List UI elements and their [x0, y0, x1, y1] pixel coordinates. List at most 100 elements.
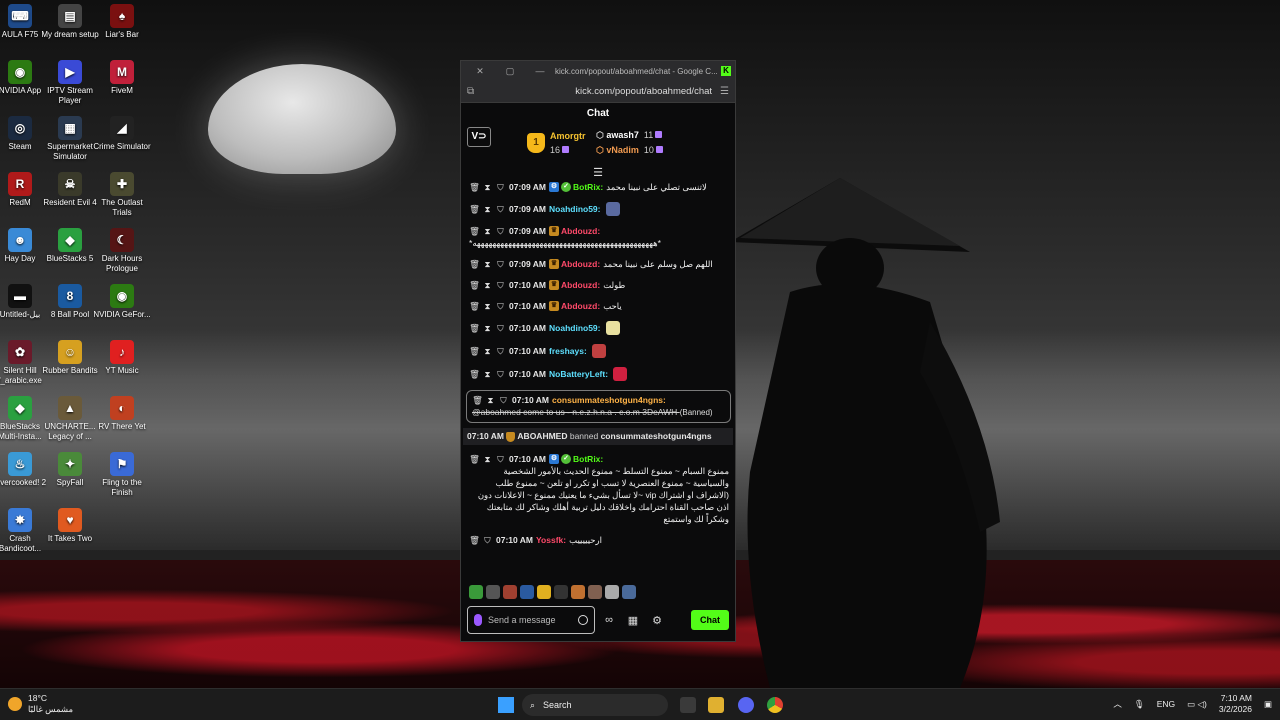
- discord-icon[interactable]: [738, 697, 754, 713]
- desktop-icon[interactable]: ✚ The Outlast Trials: [92, 172, 152, 218]
- file-explorer-icon[interactable]: [708, 697, 724, 713]
- timeout-icon[interactable]: ⧗: [482, 453, 493, 465]
- chat-username[interactable]: consummateshotgun4ngns:: [552, 394, 666, 406]
- shield-icon[interactable]: ⛉: [498, 394, 509, 406]
- timeout-icon[interactable]: ⧗: [482, 322, 493, 334]
- desktop-icon[interactable]: ◐ RV There Yet: [92, 396, 152, 432]
- shield-icon[interactable]: ⛉: [495, 279, 506, 291]
- desktop-icon[interactable]: ☺ Rubber Bandits: [40, 340, 100, 376]
- desktop-icon[interactable]: ⚑ Fling to the Finish: [92, 452, 152, 498]
- send-chat-button[interactable]: Chat: [691, 610, 729, 630]
- infinity-icon[interactable]: ∞: [599, 614, 619, 626]
- chat-username[interactable]: NoBatteryLeft:: [549, 368, 608, 380]
- shield-icon[interactable]: ⛉: [495, 345, 506, 357]
- shield-icon[interactable]: ⛉: [495, 203, 506, 215]
- trash-icon[interactable]: 🗑: [469, 345, 480, 357]
- desktop-icon[interactable]: ◢ Crime Simulator: [92, 116, 152, 152]
- gear-icon[interactable]: ⚙: [647, 614, 667, 627]
- emote-shortcut[interactable]: [605, 585, 619, 599]
- trash-icon[interactable]: 🗑: [469, 453, 480, 465]
- supporter-first-name[interactable]: Amorgtr: [550, 131, 586, 141]
- timeout-icon[interactable]: ⧗: [482, 181, 493, 193]
- desktop-icon[interactable]: ✦ SpyFall: [40, 452, 100, 488]
- banned-user-name[interactable]: consummateshotgun4ngns: [601, 431, 712, 441]
- network-volume-icon[interactable]: ▭ ◁): [1187, 699, 1207, 710]
- moderator-name[interactable]: ABOAHMED: [515, 431, 569, 441]
- timeout-icon[interactable]: ⧗: [482, 279, 493, 291]
- trash-icon[interactable]: 🗑: [469, 300, 480, 312]
- timeout-icon[interactable]: ⧗: [482, 225, 493, 237]
- weather-widget[interactable]: 18°C مشمس غالبًا: [8, 693, 73, 715]
- chat-username[interactable]: freshays:: [549, 345, 587, 357]
- chevron-up-icon[interactable]: ︿: [1113, 698, 1122, 710]
- trash-icon[interactable]: 🗑: [469, 368, 480, 380]
- chat-username[interactable]: BotRix:: [573, 453, 603, 465]
- emote-shortcut[interactable]: [537, 585, 551, 599]
- shield-icon[interactable]: ⛉: [495, 181, 506, 193]
- trash-icon[interactable]: 🗑: [469, 279, 480, 291]
- mic-tray-icon[interactable]: 🎙: [1134, 699, 1145, 710]
- desktop-icon[interactable]: ▤ My dream setup: [40, 4, 100, 40]
- chat-username[interactable]: Abdouzd:: [561, 279, 600, 291]
- supporter-second[interactable]: ⬡ awash7 11: [596, 130, 663, 141]
- timeout-icon[interactable]: ⧗: [482, 300, 493, 312]
- emote-shortcut[interactable]: [520, 585, 534, 599]
- emote-shortcut[interactable]: [571, 585, 585, 599]
- notification-icon[interactable]: ▣: [1264, 699, 1272, 710]
- channel-logo[interactable]: V⊃: [467, 127, 491, 147]
- emote-shortcut[interactable]: [486, 585, 500, 599]
- message-input[interactable]: Send a message: [467, 606, 595, 634]
- mic-icon[interactable]: [474, 614, 482, 626]
- timeout-icon[interactable]: ⧗: [482, 258, 493, 270]
- chrome-icon[interactable]: [767, 697, 783, 713]
- desktop-icon[interactable]: ▲ UNCHARTE... Legacy of ...: [40, 396, 100, 442]
- desktop-icon[interactable]: ▦ Supermarket Simulator: [40, 116, 100, 162]
- trash-icon[interactable]: 🗑: [469, 322, 480, 334]
- shield-icon[interactable]: ⛉: [495, 368, 506, 380]
- chat-username[interactable]: Noahdino59:: [549, 203, 600, 215]
- desktop-icon[interactable]: ♪ YT Music: [92, 340, 152, 376]
- shield-icon[interactable]: ⛉: [495, 322, 506, 334]
- windows-start-icon[interactable]: [498, 697, 514, 713]
- desktop-icon[interactable]: ◉ NVIDIA GeFor...: [92, 284, 152, 320]
- trash-icon[interactable]: 🗑: [469, 225, 480, 237]
- desktop-icon[interactable]: ▶ IPTV Stream Player: [40, 60, 100, 106]
- language-indicator[interactable]: ENG: [1157, 699, 1175, 709]
- gift-icon[interactable]: ▦: [623, 614, 643, 627]
- desktop-icon[interactable]: M FiveM: [92, 60, 152, 96]
- chat-username[interactable]: BotRix:: [573, 181, 603, 193]
- emote-shortcut[interactable]: [588, 585, 602, 599]
- chat-username[interactable]: Abdouzd:: [561, 300, 600, 312]
- chat-username[interactable]: Yossfk:: [536, 534, 566, 546]
- supporter-third[interactable]: ⬡ vNadim 10: [596, 145, 663, 156]
- site-info-icon[interactable]: ⧉: [467, 86, 474, 97]
- desktop-icon[interactable]: ☾ Dark Hours Prologue: [92, 228, 152, 274]
- desktop-icon[interactable]: ☠ Resident Evil 4: [40, 172, 100, 208]
- desktop-icon[interactable]: ♥ It Takes Two: [40, 508, 100, 544]
- timeout-icon[interactable]: ⧗: [482, 345, 493, 357]
- shield-icon[interactable]: ⛉: [482, 534, 493, 546]
- trash-icon[interactable]: 🗑: [469, 258, 480, 270]
- task-view-icon[interactable]: [680, 697, 696, 713]
- chat-messages[interactable]: 🗑 ⧗ ⛉ 07:09 AM ⚙ ✓ BotRix: لاتنسى تصلي على نبين…: [461, 179, 735, 581]
- maximize-icon[interactable]: ▢: [495, 66, 525, 77]
- emote-shortcut[interactable]: [469, 585, 483, 599]
- window-titlebar[interactable]: ✕ ▢ — kick.com/popout/aboahmed/chat - Go…: [461, 61, 735, 81]
- emote-shortcut[interactable]: [554, 585, 568, 599]
- chat-username[interactable]: Abdouzd:: [561, 258, 600, 270]
- taskbar-search[interactable]: ⌕ Search: [522, 694, 668, 716]
- collapse-menu-icon[interactable]: ☰: [461, 167, 735, 179]
- desktop-icon[interactable]: 8 8 Ball Pool: [40, 284, 100, 320]
- minimize-icon[interactable]: —: [525, 66, 555, 76]
- desktop-icon[interactable]: ◆ BlueStacks 5: [40, 228, 100, 264]
- timeout-icon[interactable]: ⧗: [482, 368, 493, 380]
- shield-icon[interactable]: ⛉: [495, 453, 506, 465]
- tune-icon[interactable]: ☰: [720, 86, 729, 97]
- trash-icon[interactable]: 🗑: [472, 394, 483, 406]
- emote-shortcut[interactable]: [622, 585, 636, 599]
- emote-shortcut[interactable]: [503, 585, 517, 599]
- shield-icon[interactable]: ⛉: [495, 300, 506, 312]
- trash-icon[interactable]: 🗑: [469, 203, 480, 215]
- trash-icon[interactable]: 🗑: [469, 534, 480, 546]
- shield-icon[interactable]: ⛉: [495, 225, 506, 237]
